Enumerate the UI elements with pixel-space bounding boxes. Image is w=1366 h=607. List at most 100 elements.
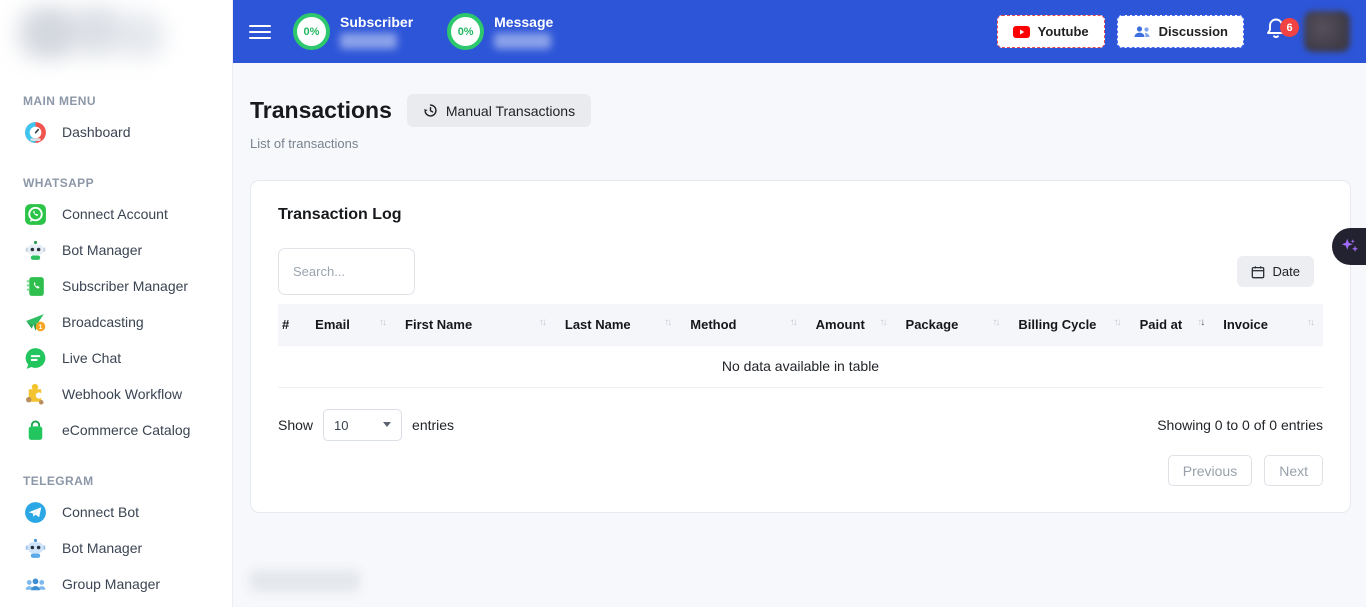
- chat-bubble-icon: [23, 346, 48, 371]
- sidebar-section-label: WHATSAPP: [23, 176, 232, 190]
- message-progress-ring: 0%: [447, 13, 484, 50]
- sidebar-item-group-manager[interactable]: Group Manager: [0, 566, 232, 602]
- sidebar-item-dashboard[interactable]: Dashboard: [0, 114, 232, 150]
- column-header-paid-at[interactable]: Paid at↑↓: [1130, 304, 1214, 346]
- sidebar-item-ecommerce-catalog[interactable]: eCommerce Catalog: [0, 412, 232, 448]
- column-header-package[interactable]: Package↑↓: [896, 304, 1009, 346]
- svg-text:1: 1: [39, 323, 43, 330]
- sort-icon: ↑↓: [880, 317, 886, 328]
- message-percent: 0%: [458, 26, 474, 38]
- discussion-button[interactable]: Discussion: [1117, 15, 1244, 48]
- message-stat: 0% Message: [447, 13, 553, 50]
- sidebar-item-label: Live Chat: [62, 350, 121, 366]
- column-header-email[interactable]: Email↑↓: [305, 304, 395, 346]
- empty-state-text: No data available in table: [278, 346, 1323, 388]
- showing-entries-text: Showing 0 to 0 of 0 entries: [1157, 417, 1323, 433]
- dashboard-icon: [23, 120, 48, 145]
- ai-assistant-button[interactable]: [1332, 228, 1366, 265]
- sidebar-item-live-chat[interactable]: Live Chat: [0, 340, 232, 376]
- search-input[interactable]: [278, 248, 415, 295]
- column-header-first-name[interactable]: First Name↑↓: [395, 304, 555, 346]
- subscriber-stat: 0% Subscriber: [293, 13, 413, 50]
- column-header-index: #: [278, 304, 305, 346]
- sidebar-section-telegram: TELEGRAM Connect Bot Bot Manager Group M…: [0, 474, 232, 602]
- app-logo[interactable]: [8, 4, 170, 62]
- notifications-button[interactable]: 6: [1264, 16, 1288, 47]
- history-icon: [423, 103, 438, 118]
- page-size-select[interactable]: 10: [323, 409, 402, 441]
- column-header-billing-cycle[interactable]: Billing Cycle↑↓: [1008, 304, 1129, 346]
- sidebar-item-label: Broadcasting: [62, 314, 144, 330]
- column-header-amount[interactable]: Amount↑↓: [806, 304, 896, 346]
- sort-icon: ↑↓: [664, 317, 670, 328]
- notification-count-badge: 6: [1280, 18, 1299, 37]
- people-icon: [1133, 25, 1151, 39]
- shopping-bag-icon: [23, 418, 48, 443]
- manual-transactions-label: Manual Transactions: [446, 103, 575, 119]
- column-header-method[interactable]: Method↑↓: [680, 304, 805, 346]
- hamburger-menu-icon[interactable]: [249, 21, 271, 43]
- page-size-select-wrap: 10: [323, 409, 402, 441]
- user-avatar[interactable]: [1304, 11, 1350, 52]
- whatsapp-icon: [23, 202, 48, 227]
- manual-transactions-button[interactable]: Manual Transactions: [407, 94, 591, 127]
- discussion-button-label: Discussion: [1159, 24, 1228, 39]
- transaction-log-card: Transaction Log Date # Email↑↓ First N: [250, 180, 1351, 513]
- sidebar-item-label: Connect Bot: [62, 504, 139, 520]
- page-title: Transactions: [250, 97, 392, 124]
- broadcast-icon: 1: [23, 310, 48, 335]
- robot-icon: [23, 238, 48, 263]
- sidebar-item-connect-account[interactable]: Connect Account: [0, 196, 232, 232]
- sort-icon: ↑↓: [992, 317, 998, 328]
- sidebar-item-tg-bot-manager[interactable]: Bot Manager: [0, 530, 232, 566]
- subscriber-stat-value-redacted: [340, 33, 397, 49]
- card-title: Transaction Log: [278, 206, 1323, 224]
- sidebar: MAIN MENU Dashboard WHATSAPP Connect Acc…: [0, 0, 233, 607]
- sidebar-item-label: Subscriber Manager: [62, 278, 188, 294]
- date-filter-button[interactable]: Date: [1237, 256, 1314, 287]
- sort-icon-active-desc: ↑↓: [1197, 317, 1203, 328]
- calendar-icon: [1251, 265, 1265, 279]
- subscriber-stat-label: Subscriber: [340, 14, 413, 30]
- youtube-button[interactable]: Youtube: [997, 15, 1105, 48]
- sort-icon: ↑↓: [1114, 317, 1120, 328]
- sidebar-item-label: Group Manager: [62, 576, 160, 592]
- sidebar-item-label: Bot Manager: [62, 242, 142, 258]
- robot-icon: [23, 536, 48, 561]
- sort-icon: ↑↓: [379, 317, 385, 328]
- sidebar-item-wa-bot-manager[interactable]: Bot Manager: [0, 232, 232, 268]
- next-page-button[interactable]: Next: [1264, 455, 1323, 486]
- sidebar-item-label: Connect Account: [62, 206, 168, 222]
- column-header-last-name[interactable]: Last Name↑↓: [555, 304, 680, 346]
- sidebar-item-label: Webhook Workflow: [62, 386, 182, 402]
- sidebar-item-webhook-workflow[interactable]: Webhook Workflow: [0, 376, 232, 412]
- sidebar-item-label: Bot Manager: [62, 540, 142, 556]
- sidebar-item-label: Dashboard: [62, 124, 131, 140]
- message-stat-value-redacted: [494, 33, 551, 49]
- sidebar-section-main-menu: MAIN MENU Dashboard: [0, 94, 232, 150]
- date-button-label: Date: [1273, 264, 1300, 279]
- entries-label: entries: [412, 417, 454, 433]
- sort-icon: ↑↓: [790, 317, 796, 328]
- main-content: Transactions Manual Transactions List of…: [233, 63, 1366, 607]
- sidebar-item-broadcasting[interactable]: 1 Broadcasting: [0, 304, 232, 340]
- column-header-invoice[interactable]: Invoice↑↓: [1213, 304, 1323, 346]
- previous-page-button[interactable]: Previous: [1168, 455, 1252, 486]
- sort-icon: ↑↓: [539, 317, 545, 328]
- transactions-table: # Email↑↓ First Name↑↓ Last Name↑↓ Metho…: [278, 304, 1323, 388]
- show-label: Show: [278, 417, 313, 433]
- message-stat-label: Message: [494, 14, 553, 30]
- footer-text-redacted: [250, 570, 360, 592]
- youtube-button-label: Youtube: [1038, 24, 1089, 39]
- empty-state-row: No data available in table: [278, 346, 1323, 388]
- sort-icon: ↑↓: [1307, 317, 1313, 328]
- subscriber-percent: 0%: [304, 26, 320, 38]
- page-subtitle: List of transactions: [250, 136, 1351, 151]
- sidebar-section-label: TELEGRAM: [23, 474, 232, 488]
- sidebar-item-subscriber-manager[interactable]: Subscriber Manager: [0, 268, 232, 304]
- youtube-icon: [1013, 26, 1030, 38]
- sidebar-item-label: eCommerce Catalog: [62, 422, 190, 438]
- table-header-row: # Email↑↓ First Name↑↓ Last Name↑↓ Metho…: [278, 304, 1323, 346]
- sidebar-item-connect-bot[interactable]: Connect Bot: [0, 494, 232, 530]
- puzzle-icon: [23, 382, 48, 407]
